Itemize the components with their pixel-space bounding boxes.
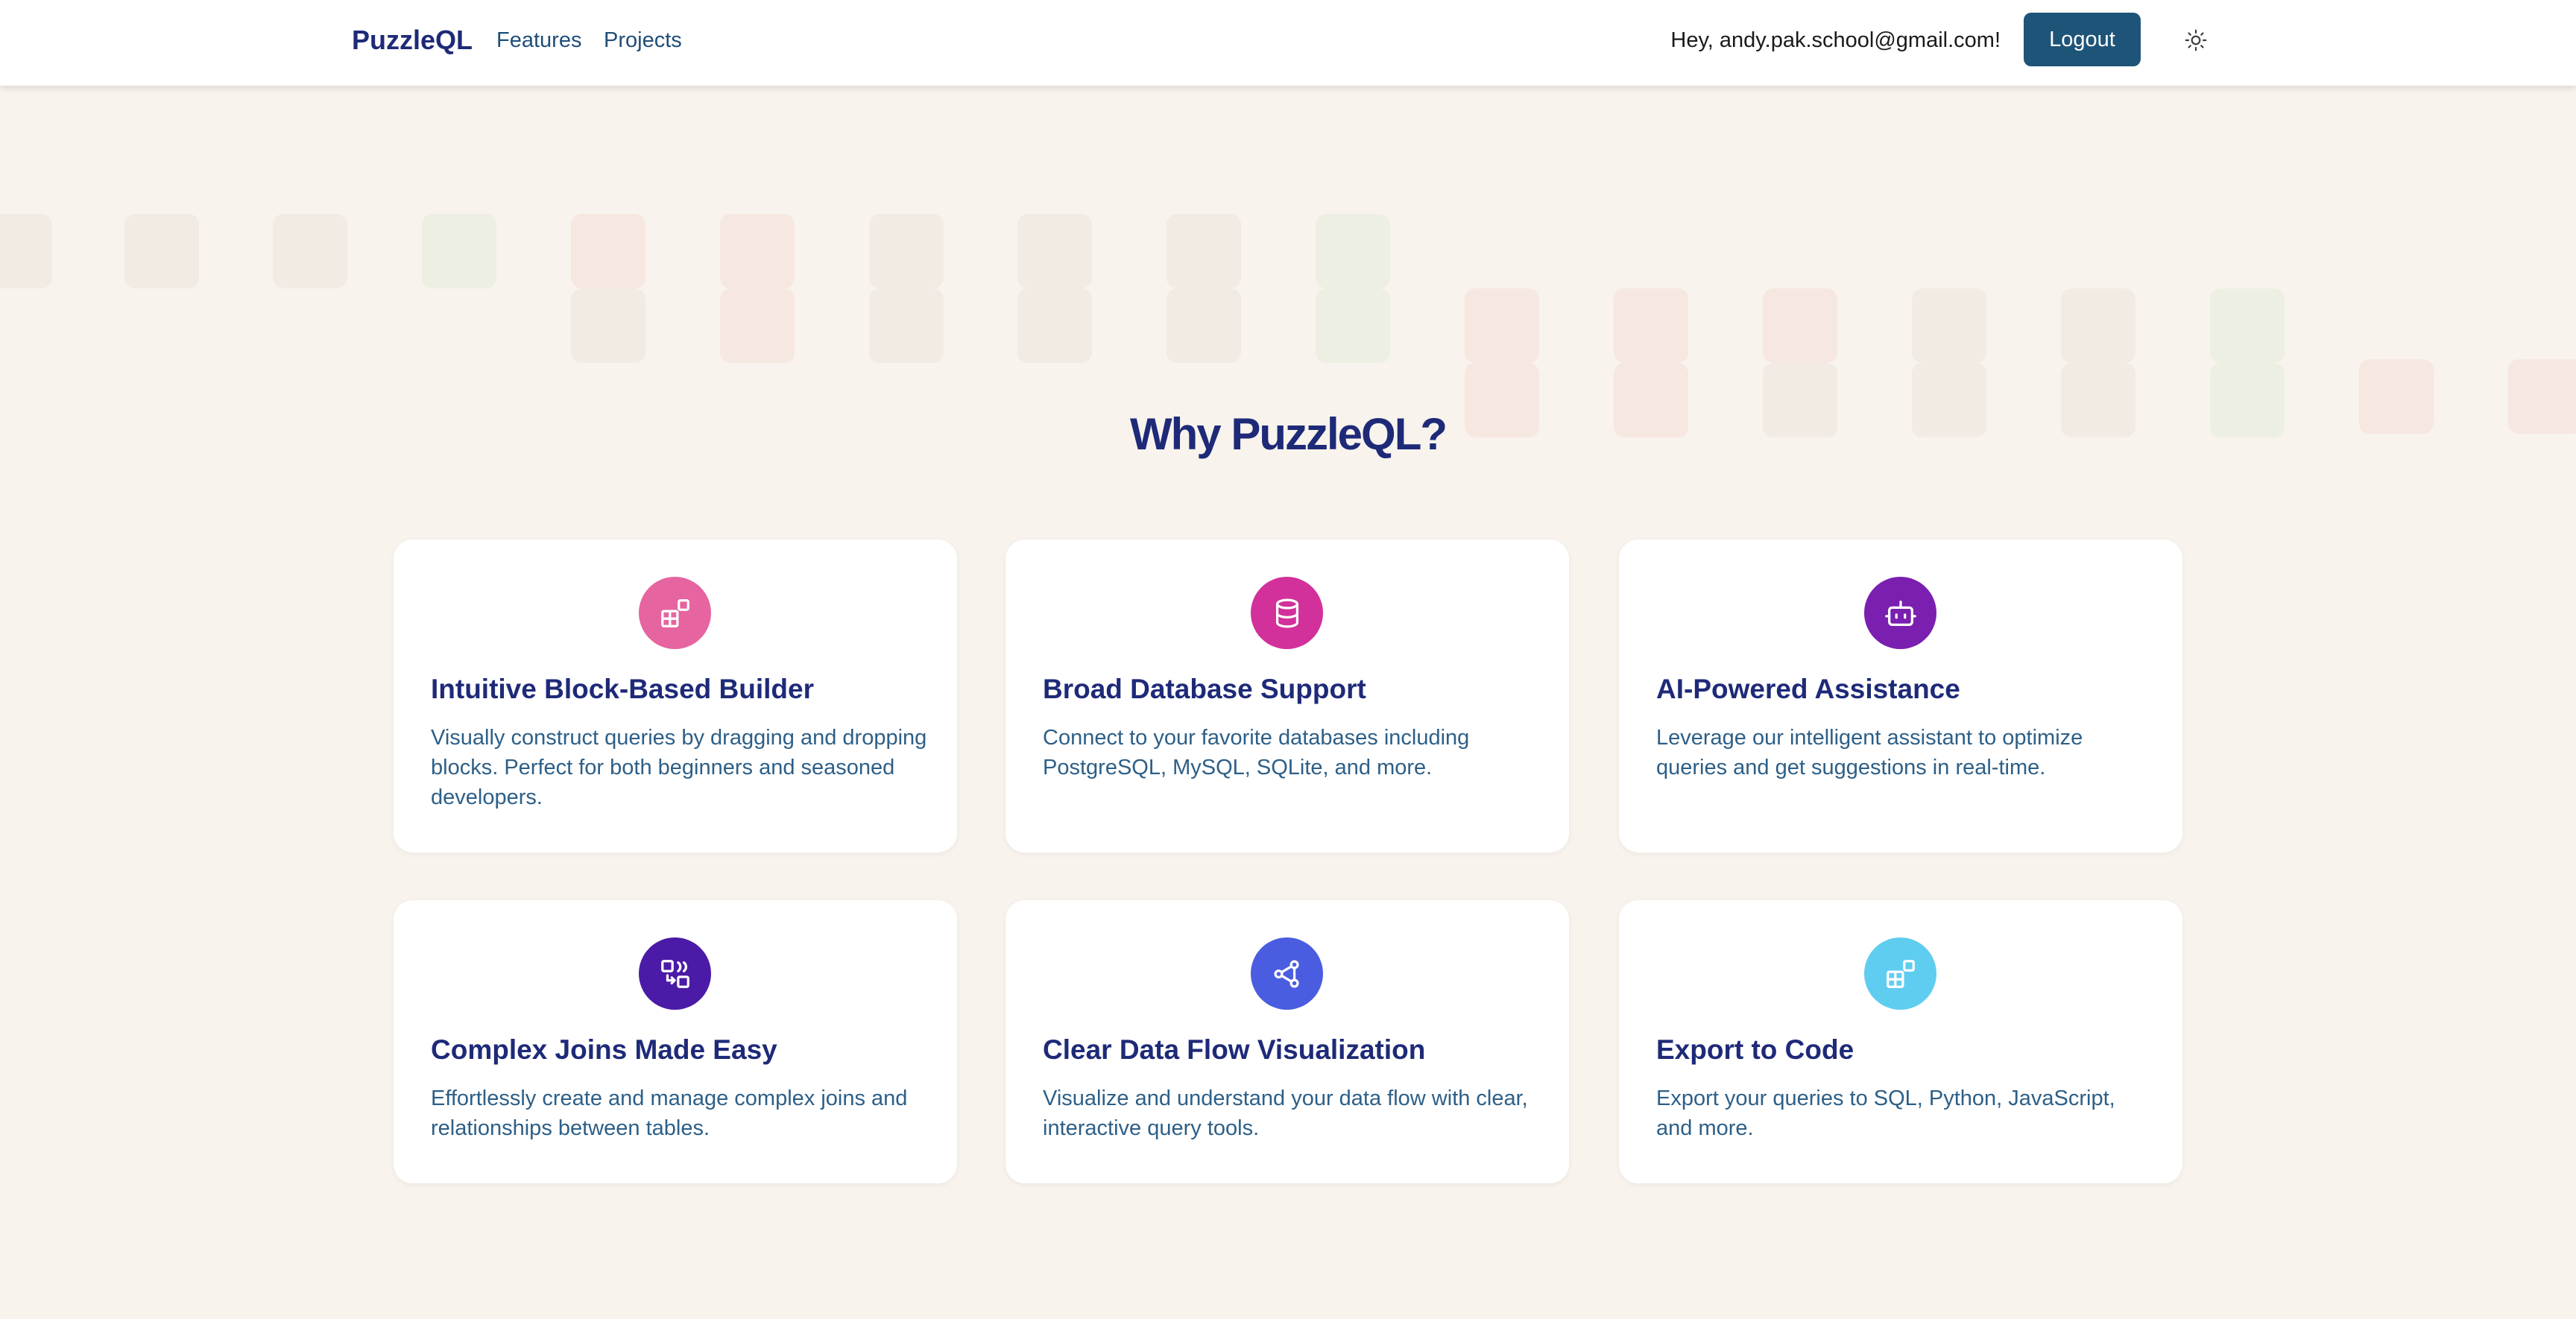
bg-block [1017,288,1092,363]
sun-icon [2185,29,2207,51]
feature-icon-badge [1251,937,1323,1010]
database-icon [1275,598,1298,627]
section-title: Why PuzzleQL? [1130,409,1448,459]
feature-description: Visualize and understand your data flow … [1043,1086,1528,1140]
bg-block [571,214,645,288]
feature-description: Visually construct queries by dragging a… [431,726,927,809]
bg-block [1167,288,1241,363]
feature-description: Export your queries to SQL, Python, Java… [1656,1086,2115,1140]
feature-icon-badge [639,937,711,1010]
brand-logo-link[interactable]: PuzzleQL [352,21,473,60]
feature-icon-badge [1864,577,1936,649]
bg-block [422,214,496,288]
bg-block [571,288,645,363]
feature-title: Clear Data Flow Visualization [1043,1034,1426,1065]
theme-toggle-button[interactable] [2176,21,2215,60]
decorative-background-blocks [0,86,2576,458]
feature-card: Clear Data Flow Visualization Visualize … [1006,900,1569,1183]
bg-block [1465,288,1539,363]
feature-icon-badge [1864,937,1936,1010]
feature-icon-badge [639,577,711,649]
bg-block [2210,288,2285,363]
blocks-icon [660,598,689,627]
top-navbar: PuzzleQL Features Projects Hey, andy.pak… [0,0,2576,86]
nav-link-features[interactable]: Features [496,21,581,60]
bg-block [124,214,199,288]
feature-title: Intuitive Block-Based Builder [431,674,814,704]
join-icon [660,959,689,988]
bg-block [1763,288,1837,363]
blocks-icon [1886,959,1915,988]
bot-icon [1884,600,1916,626]
feature-title: Broad Database Support [1043,674,1366,704]
feature-title: AI-Powered Assistance [1656,674,1960,704]
logout-button[interactable]: Logout [2024,13,2141,66]
bg-block [1316,288,1390,363]
bg-block [1017,214,1092,288]
user-greeting: Hey, andy.pak.school@gmail.com! [1670,28,2001,52]
bg-block [720,288,795,363]
feature-card: Broad Database Support Connect to your f… [1006,540,1569,853]
bg-block [0,214,52,288]
bg-block [1614,288,1688,363]
feature-description: Leverage our intelligent assistant to op… [1656,726,2083,779]
workflow-icon [1273,960,1299,987]
feature-card: Intuitive Block-Based Builder Visually c… [394,540,957,853]
bg-block [2061,288,2135,363]
bg-block [1167,214,1241,288]
feature-card: Complex Joins Made Easy Effortlessly cre… [394,900,957,1183]
feature-title: Complex Joins Made Easy [431,1034,777,1065]
bg-block [869,214,944,288]
bg-block [1912,288,1986,363]
bg-block [720,214,795,288]
nav-link-projects[interactable]: Projects [604,21,682,60]
bg-block [1316,214,1390,288]
feature-icon-badge [1251,577,1323,649]
feature-description: Connect to your favorite databases inclu… [1043,726,1470,779]
feature-card: Export to Code Export your queries to SQ… [1619,900,2182,1183]
bg-block [869,288,944,363]
feature-description: Effortlessly create and manage complex j… [431,1086,908,1140]
feature-card: AI-Powered Assistance Leverage our intel… [1619,540,2182,853]
bg-block [273,214,347,288]
feature-title: Export to Code [1656,1034,1854,1065]
